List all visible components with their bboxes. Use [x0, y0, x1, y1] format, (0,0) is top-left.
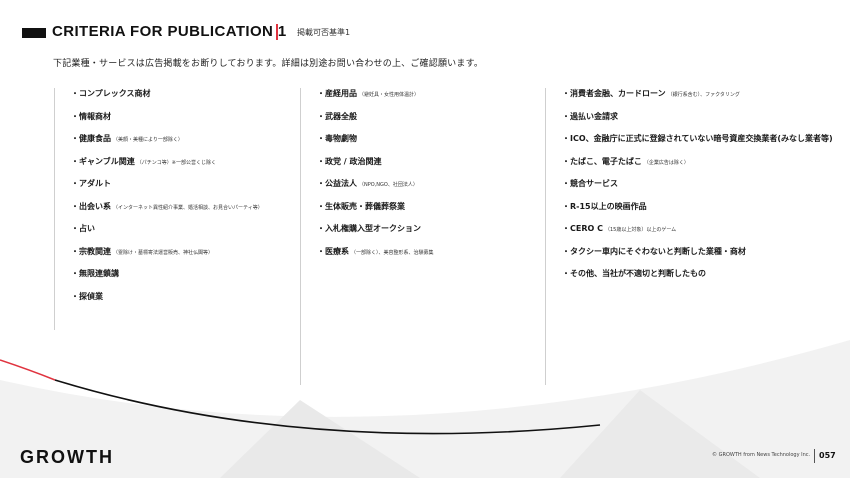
- criteria-item: ・たばこ、電子たばこ （企業広告は除く）: [562, 156, 833, 179]
- criteria-item: ・探偵業: [71, 291, 263, 314]
- criteria-item: ・無限連鎖講: [71, 268, 263, 291]
- criteria-item-label: ・毒物劇物: [317, 134, 357, 143]
- criteria-item-label: ・出会い系: [71, 201, 111, 211]
- criteria-item-label: ・過払い金請求: [562, 111, 618, 121]
- criteria-item: ・その他、当社が不適切と判断したもの: [562, 268, 833, 291]
- criteria-item-label: ・競合サービス: [562, 179, 618, 188]
- criteria-item: ・公益法人 （NPO,NGO、社団法人）: [317, 178, 434, 201]
- criteria-item: ・医療系 （一部除く）、美容整形系、治験募集: [317, 246, 434, 269]
- criteria-item-note: （避妊具・女性用体温計）: [359, 92, 420, 98]
- criteria-item: ・CERO C （15歳以上対象）以上のゲーム: [562, 223, 833, 246]
- criteria-item-note: （パチンコ等）※一部公営くじ除く: [136, 159, 216, 166]
- criteria-item-label: ・消費者金融、カードローン: [562, 89, 666, 98]
- page-number: 057: [819, 451, 836, 460]
- criteria-item: ・情報商材: [71, 111, 263, 134]
- criteria-item-label: ・産経用品: [317, 89, 357, 98]
- criteria-list-1: ・コンプレックス商材 ・情報商材 ・健康食品 （美顔・美種により一部除く） ・ギャンブル…: [55, 88, 263, 313]
- criteria-item-note: （NPO,NGO、社団法人）: [359, 182, 418, 188]
- criteria-list-2: ・産経用品 （避妊具・女性用体温計） ・武器全般 ・毒物劇物 ・政党 / 政治関連 ・公益…: [301, 88, 434, 268]
- criteria-item-note: （一部除く）、美容整形系、治験募集: [351, 249, 434, 256]
- criteria-item-label: ・公益法人: [317, 179, 357, 188]
- criteria-item-label: ・たばこ、電子たばこ: [562, 156, 642, 166]
- criteria-item: ・入札権購入型オークション: [317, 223, 434, 246]
- criteria-item: ・生体販売・葬儀葬祭業: [317, 201, 434, 224]
- criteria-list-3: ・消費者金融、カードローン （銀行系含む）、ファクタリング ・過払い金請求 ・ICO、…: [546, 88, 833, 291]
- criteria-item-label: ・その他、当社が不適切と判断したもの: [562, 269, 706, 278]
- criteria-item: ・消費者金融、カードローン （銀行系含む）、ファクタリング: [562, 88, 833, 111]
- criteria-item-label: ・タクシー車内にそぐわないと判断した業種・商材: [562, 246, 746, 256]
- criteria-item-note: （インターネット異性紹介事業、婚活相談、お見合いパーティ等）: [113, 204, 263, 211]
- criteria-item: ・アダルト: [71, 178, 263, 201]
- criteria-item-note: （美顔・美種により一部除く）: [113, 137, 183, 143]
- criteria-item: ・R-15以上の映画作品: [562, 201, 833, 224]
- criteria-item: ・産経用品 （避妊具・女性用体温計）: [317, 88, 434, 111]
- criteria-item-label: ・コンプレックス商材: [71, 89, 151, 98]
- page-subtitle: 掲載可否基準1: [297, 28, 351, 37]
- criteria-item-note: （15歳以上対象）以上のゲーム: [604, 227, 677, 233]
- criteria-item: ・ギャンブル関連 （パチンコ等）※一部公営くじ除く: [71, 156, 263, 179]
- criteria-item: ・過払い金請求: [562, 111, 833, 134]
- criteria-column-1: ・コンプレックス商材 ・情報商材 ・健康食品 （美顔・美種により一部除く） ・ギャンブル…: [54, 88, 263, 330]
- criteria-item-label: ・アダルト: [71, 179, 111, 188]
- criteria-item: ・ICO、金融庁に正式に登録されていない暗号資産交換業者(みなし業者等): [562, 133, 833, 156]
- criteria-item-label: ・政党 / 政治関連: [317, 156, 382, 166]
- criteria-item-label: ・R-15以上の映画作品: [562, 201, 647, 211]
- title-separator: [276, 24, 278, 40]
- page-header: CRITERIA FOR PUBLICATION 1 掲載可否基準1: [0, 22, 850, 44]
- criteria-item-label: ・医療系: [317, 246, 349, 256]
- page-number-divider: [814, 449, 815, 463]
- criteria-item-label: ・ICO、金融庁に正式に登録されていない暗号資産交換業者(みなし業者等): [562, 134, 833, 143]
- criteria-item: ・毒物劇物: [317, 133, 434, 156]
- lead-text: 下記業種・サービスは広告掲載をお断りしております。詳細は別途お問い合わせの上、ご…: [53, 59, 484, 69]
- criteria-item-label: ・CERO C: [562, 224, 603, 233]
- title-bar-icon: [22, 28, 46, 38]
- criteria-item-label: ・健康食品: [71, 134, 111, 143]
- criteria-item-label: ・生体販売・葬儀葬祭業: [317, 201, 405, 211]
- growth-logo: GROWTH: [20, 447, 114, 467]
- criteria-item-note: （霊除け・墓標寄法運営販売、神社仏閣等）: [113, 249, 214, 256]
- criteria-item-label: ・ギャンブル関連: [71, 156, 135, 166]
- criteria-item-label: ・入札権購入型オークション: [317, 224, 421, 233]
- criteria-item: ・出会い系 （インターネット異性紹介事業、婚活相談、お見合いパーティ等）: [71, 201, 263, 224]
- criteria-item-note: （企業広告は除く）: [643, 159, 689, 166]
- criteria-item-label: ・無限連鎖講: [71, 269, 119, 278]
- criteria-item: ・占い: [71, 223, 263, 246]
- criteria-item-label: ・宗教関連: [71, 246, 111, 256]
- criteria-item: ・健康食品 （美顔・美種により一部除く）: [71, 133, 263, 156]
- criteria-item: ・競合サービス: [562, 178, 833, 201]
- criteria-item-label: ・情報商材: [71, 111, 111, 121]
- copyright-text: © GROWTH from News Technology Inc.: [712, 452, 811, 458]
- page-title: CRITERIA FOR PUBLICATION 1: [52, 23, 287, 40]
- criteria-item-label: ・占い: [71, 224, 95, 233]
- criteria-item-note: （銀行系含む）、ファクタリング: [667, 92, 740, 98]
- criteria-item: ・タクシー車内にそぐわないと判断した業種・商材: [562, 246, 833, 269]
- criteria-item-label: ・探偵業: [71, 291, 103, 301]
- criteria-item: ・政党 / 政治関連: [317, 156, 434, 179]
- criteria-item-label: ・武器全般: [317, 111, 357, 121]
- criteria-item: ・コンプレックス商材: [71, 88, 263, 111]
- criteria-item: ・宗教関連 （霊除け・墓標寄法運営販売、神社仏閣等）: [71, 246, 263, 269]
- criteria-item: ・武器全般: [317, 111, 434, 134]
